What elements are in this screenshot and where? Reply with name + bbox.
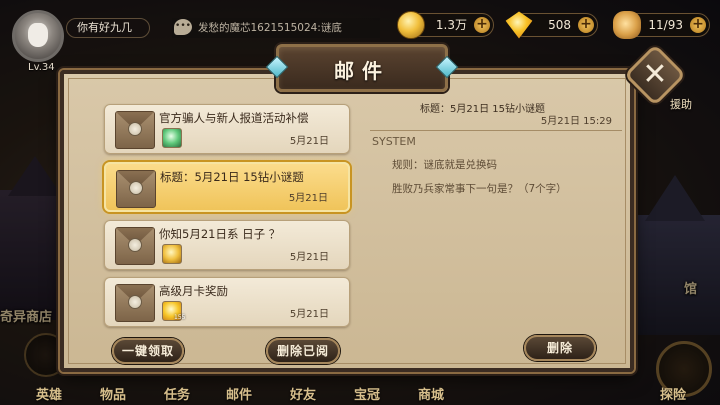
gold-coin-icon: [397, 11, 425, 39]
nav-shop[interactable]: 商城: [418, 384, 444, 403]
mail-item[interactable]: 官方骗人与新人报道活动补偿 5月21日: [104, 104, 350, 154]
detail-header: 标题：5月21日 15钻小谜题 5月21日 15:29: [366, 97, 628, 129]
detail-body-line: 规则：谜底就是兑换码: [392, 159, 497, 171]
mail-item[interactable]: 高级月卡奖励 155 5月21日: [104, 277, 350, 327]
mail-item[interactable]: 你知5月21日系 日子 ？ 5月21日: [104, 220, 350, 270]
attachment-quantity: 155: [174, 314, 186, 321]
nav-adventure[interactable]: 探险: [660, 384, 686, 403]
nav-mail[interactable]: 邮件: [226, 384, 252, 403]
jade-item-icon: [162, 128, 182, 148]
stamina-value: 11/93: [648, 18, 683, 32]
mail-detail-pane: 标题：5月21日 15钻小谜题 5月21日 15:29 SYSTEM 规则：谜底…: [366, 97, 628, 363]
player-avatar[interactable]: [12, 10, 64, 62]
diamond-value: 508: [548, 18, 571, 32]
nav-crown[interactable]: 宝冠: [354, 384, 380, 403]
chat-bubble-icon[interactable]: •••: [174, 19, 192, 35]
detail-date: 5月21日 15:29: [540, 116, 612, 127]
add-diamond-button[interactable]: +: [578, 17, 594, 33]
envelope-icon: [115, 111, 155, 149]
close-icon: ✕: [642, 57, 668, 92]
player-name: 你有好九几: [66, 18, 150, 38]
claim-all-button[interactable]: 一键领取: [112, 338, 184, 364]
detail-body-line: 胜败乃兵家常事下一句是？（7个字）: [392, 183, 567, 195]
nav-heroes[interactable]: 英雄: [36, 384, 62, 403]
mail-title: 你知5月21日系 日子 ？: [159, 227, 281, 241]
gold-value: 1.3万: [435, 18, 467, 32]
add-gold-button[interactable]: +: [474, 17, 490, 33]
bottom-nav: 英雄 物品 任务 邮件 好友 宝冠 商城 探险: [0, 385, 720, 405]
player-level: Lv.34: [28, 62, 55, 73]
dialog-title: 邮件: [334, 59, 390, 83]
stamina-resource: 11/93 +: [613, 11, 710, 39]
dialog-title-plate: 邮件: [265, 44, 459, 92]
detail-subject: 标题：5月21日 15钻小谜题: [420, 104, 545, 115]
help-label[interactable]: 援助: [670, 96, 692, 112]
gold-chest-icon: [162, 244, 182, 264]
diamond-resource: 508 +: [505, 11, 598, 39]
detail-divider: [370, 130, 622, 131]
mail-item-selected[interactable]: 标题：5月21日 15钻小谜题 5月21日: [104, 162, 350, 212]
detail-sender: SYSTEM: [372, 135, 416, 148]
envelope-icon: [115, 227, 155, 265]
gold-resource: 1.3万 +: [397, 11, 494, 39]
nav-quests[interactable]: 任务: [164, 384, 190, 403]
chat-ticker[interactable]: 发愁的魔芯1621515024:谜底: [172, 18, 380, 38]
delete-read-button[interactable]: 删除已阅: [266, 338, 340, 364]
nav-friends[interactable]: 好友: [290, 384, 316, 403]
mail-date: 5月21日: [289, 252, 329, 263]
food-stamina-icon: [613, 11, 641, 39]
mail-date: 5月21日: [289, 309, 329, 320]
add-stamina-button[interactable]: +: [690, 17, 706, 33]
mail-date: 5月21日: [288, 193, 328, 204]
diamond-item-icon: 155: [162, 301, 186, 321]
mail-title: 高级月卡奖励: [159, 284, 228, 298]
mail-title: 官方骗人与新人报道活动补偿: [159, 111, 309, 125]
envelope-icon: [116, 170, 156, 208]
envelope-icon: [115, 284, 155, 322]
nav-items[interactable]: 物品: [100, 384, 126, 403]
mail-title: 标题：5月21日 15钻小谜题: [160, 170, 304, 184]
mail-date: 5月21日: [289, 136, 329, 147]
